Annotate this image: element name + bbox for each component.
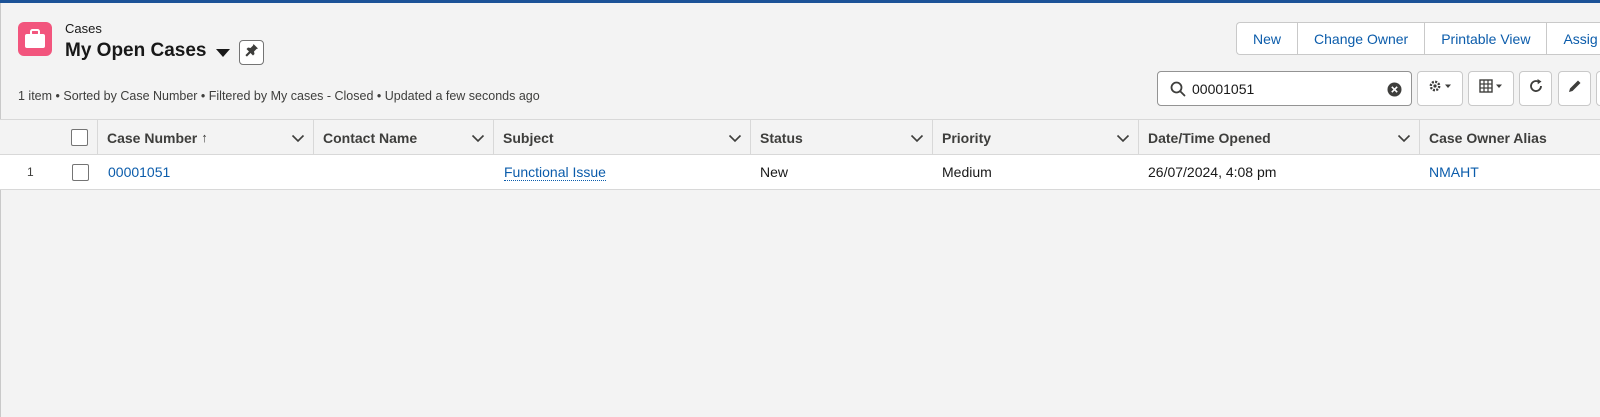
table-display-icon bbox=[1478, 78, 1504, 99]
column-header-status[interactable]: Status bbox=[751, 120, 933, 155]
select-all-checkbox[interactable] bbox=[71, 129, 88, 146]
column-header-owner-alias[interactable]: Case Owner Alias bbox=[1420, 120, 1600, 155]
chevron-down-icon[interactable] bbox=[471, 131, 485, 148]
refresh-button[interactable] bbox=[1519, 71, 1552, 106]
page-title: My Open Cases bbox=[65, 40, 207, 61]
list-view-meta-text: 1 item • Sorted by Case Number • Filtere… bbox=[18, 89, 540, 103]
column-label: Date/Time Opened bbox=[1148, 129, 1271, 146]
priority-cell: Medium bbox=[942, 164, 992, 180]
list-view-selector[interactable]: My Open Cases bbox=[65, 40, 230, 62]
column-header-contact-name[interactable]: Contact Name bbox=[314, 120, 494, 155]
table-row: 1 00001051 Functional Issue New Medium 2… bbox=[0, 155, 1600, 190]
column-header-date-opened[interactable]: Date/Time Opened bbox=[1139, 120, 1420, 155]
column-label: Priority bbox=[942, 129, 992, 146]
column-label: Subject bbox=[503, 129, 554, 146]
column-header-subject[interactable]: Subject bbox=[494, 120, 751, 155]
column-label: Case Owner Alias bbox=[1429, 129, 1547, 146]
chevron-down-icon[interactable] bbox=[910, 131, 924, 148]
pin-list-view-button[interactable] bbox=[239, 40, 264, 65]
search-input[interactable] bbox=[1192, 78, 1382, 100]
column-label: Status bbox=[760, 129, 803, 146]
assign-label-button[interactable]: Assig bbox=[1547, 23, 1600, 54]
column-header-priority[interactable]: Priority bbox=[933, 120, 1139, 155]
select-all-cell bbox=[62, 120, 98, 155]
printable-view-button[interactable]: Printable View bbox=[1425, 23, 1548, 54]
chart-toggle-button-edge[interactable] bbox=[1596, 71, 1600, 106]
display-as-button[interactable] bbox=[1468, 71, 1514, 106]
pin-icon bbox=[245, 43, 259, 62]
row-number-header bbox=[0, 120, 62, 155]
edit-pencil-icon bbox=[1567, 78, 1583, 99]
new-button[interactable]: New bbox=[1237, 23, 1299, 54]
row-number: 1 bbox=[27, 165, 34, 179]
list-actions-group: New Change Owner Printable View Assig bbox=[1236, 22, 1600, 55]
change-owner-button[interactable]: Change Owner bbox=[1298, 23, 1426, 54]
column-label: Case Number bbox=[107, 129, 198, 146]
date-opened-cell: 26/07/2024, 4:08 pm bbox=[1148, 164, 1277, 180]
subject-link[interactable]: Functional Issue bbox=[504, 164, 606, 181]
clear-search-icon[interactable] bbox=[1387, 82, 1402, 102]
settings-gear-icon bbox=[1427, 78, 1453, 99]
column-header-case-number[interactable]: Case Number ↑ bbox=[98, 120, 314, 155]
refresh-icon bbox=[1528, 78, 1544, 99]
table-header: Case Number ↑ Contact Name Subject Statu… bbox=[0, 119, 1600, 155]
caret-down-icon[interactable] bbox=[215, 48, 230, 57]
status-cell: New bbox=[760, 164, 789, 180]
case-briefcase-icon bbox=[18, 22, 52, 56]
chevron-down-icon[interactable] bbox=[1397, 131, 1411, 148]
case-number-link[interactable]: 00001051 bbox=[108, 155, 170, 189]
list-search-box bbox=[1157, 71, 1412, 106]
chevron-down-icon[interactable] bbox=[1116, 131, 1130, 148]
object-name-label: Cases bbox=[65, 21, 102, 36]
left-border bbox=[0, 3, 1, 417]
chevron-down-icon[interactable] bbox=[728, 131, 742, 148]
row-select-cell bbox=[62, 155, 98, 189]
column-label: Contact Name bbox=[323, 129, 418, 146]
owner-alias-link[interactable]: NMAHT bbox=[1429, 155, 1479, 189]
list-settings-button[interactable] bbox=[1417, 71, 1463, 106]
sort-ascending-icon: ↑ bbox=[201, 130, 208, 145]
subject-cell: Functional Issue bbox=[504, 155, 606, 189]
top-accent-bar bbox=[0, 0, 1600, 3]
search-icon bbox=[1170, 81, 1186, 102]
row-checkbox[interactable] bbox=[71, 163, 89, 181]
chevron-down-icon[interactable] bbox=[291, 131, 305, 148]
inline-edit-button[interactable] bbox=[1558, 71, 1591, 106]
